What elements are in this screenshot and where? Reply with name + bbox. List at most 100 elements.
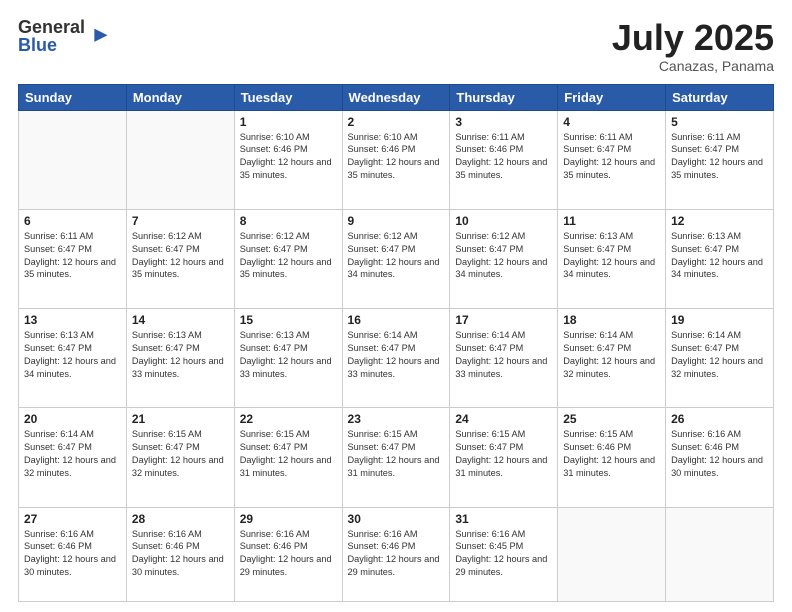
day-number: 14 — [132, 313, 229, 327]
calendar-cell — [558, 507, 666, 601]
day-number: 31 — [455, 512, 552, 526]
day-number: 17 — [455, 313, 552, 327]
day-info: Sunrise: 6:12 AM Sunset: 6:47 PM Dayligh… — [132, 230, 229, 282]
logo-general: General — [18, 18, 85, 36]
calendar-cell — [19, 110, 127, 209]
day-info: Sunrise: 6:14 AM Sunset: 6:47 PM Dayligh… — [348, 329, 445, 381]
header-tuesday: Tuesday — [234, 84, 342, 110]
day-number: 2 — [348, 115, 445, 129]
calendar-cell: 9Sunrise: 6:12 AM Sunset: 6:47 PM Daylig… — [342, 209, 450, 308]
day-info: Sunrise: 6:16 AM Sunset: 6:46 PM Dayligh… — [132, 528, 229, 580]
day-number: 29 — [240, 512, 337, 526]
calendar-cell: 23 Sunrise: 6:15 AM Sunset: 6:47 PM Dayli… — [342, 408, 450, 507]
calendar-cell: 4 Sunrise: 6:11 AM Sunset: 6:47 PM Daylig… — [558, 110, 666, 209]
calendar-cell: 14Sunrise: 6:13 AM Sunset: 6:47 PM Dayli… — [126, 309, 234, 408]
day-number: 5 — [671, 115, 768, 129]
calendar-cell: 31 Sunrise: 6:16 AM Sunset: 6:45 PM Dayli… — [450, 507, 558, 601]
day-info: Sunrise: 6:16 AM Sunset: 6:46 PM Dayligh… — [671, 428, 768, 480]
calendar-cell: 8 Sunrise: 6:12 AM Sunset: 6:47 PM Daylig… — [234, 209, 342, 308]
calendar-table: Sunday Monday Tuesday Wednesday Thursday… — [18, 84, 774, 602]
week-row-4: 20 Sunrise: 6:14 AM Sunset: 6:47 PM Dayli… — [19, 408, 774, 507]
day-number: 6 — [24, 214, 121, 228]
calendar-cell: 11 Sunrise: 6:13 AM Sunset: 6:47 PM Dayli… — [558, 209, 666, 308]
header-row: Sunday Monday Tuesday Wednesday Thursday… — [19, 84, 774, 110]
calendar-cell: 15 Sunrise: 6:13 AM Sunset: 6:47 PM Dayli… — [234, 309, 342, 408]
calendar-cell: 7 Sunrise: 6:12 AM Sunset: 6:47 PM Daylig… — [126, 209, 234, 308]
day-info: Sunrise: 6:11 AM Sunset: 6:46 PM Dayligh… — [455, 131, 552, 183]
calendar-cell: 30 Sunrise: 6:16 AM Sunset: 6:46 PM Dayli… — [342, 507, 450, 601]
day-number: 23 — [348, 412, 445, 426]
week-row-3: 13 Sunrise: 6:13 AM Sunset: 6:47 PM Dayli… — [19, 309, 774, 408]
calendar-cell: 22Sunrise: 6:15 AM Sunset: 6:47 PM Dayli… — [234, 408, 342, 507]
day-info: Sunrise: 6:13 AM Sunset: 6:47 PM Dayligh… — [240, 329, 337, 381]
header-friday: Friday — [558, 84, 666, 110]
calendar-cell — [126, 110, 234, 209]
day-number: 28 — [132, 512, 229, 526]
day-info: Sunrise: 6:15 AM Sunset: 6:46 PM Dayligh… — [563, 428, 660, 480]
day-info: Sunrise: 6:11 AM Sunset: 6:47 PM Dayligh… — [563, 131, 660, 183]
day-info: Sunrise: 6:14 AM Sunset: 6:47 PM Dayligh… — [24, 428, 121, 480]
calendar-cell: 6 Sunrise: 6:11 AM Sunset: 6:47 PM Daylig… — [19, 209, 127, 308]
logo: General Blue — [18, 18, 109, 54]
day-info: Sunrise: 6:15 AM Sunset: 6:47 PM Dayligh… — [348, 428, 445, 480]
day-number: 7 — [132, 214, 229, 228]
day-number: 21 — [132, 412, 229, 426]
calendar-cell: 20 Sunrise: 6:14 AM Sunset: 6:47 PM Dayli… — [19, 408, 127, 507]
day-info: Sunrise: 6:16 AM Sunset: 6:45 PM Dayligh… — [455, 528, 552, 580]
calendar-cell: 2 Sunrise: 6:10 AM Sunset: 6:46 PM Daylig… — [342, 110, 450, 209]
calendar-cell: 10Sunrise: 6:12 AM Sunset: 6:47 PM Dayli… — [450, 209, 558, 308]
day-number: 8 — [240, 214, 337, 228]
header-thursday: Thursday — [450, 84, 558, 110]
month-title: July 2025 — [612, 18, 774, 58]
day-number: 22 — [240, 412, 337, 426]
header-saturday: Saturday — [666, 84, 774, 110]
calendar-cell: 28 Sunrise: 6:16 AM Sunset: 6:46 PM Dayli… — [126, 507, 234, 601]
day-info: Sunrise: 6:15 AM Sunset: 6:47 PM Dayligh… — [455, 428, 552, 480]
day-info: Sunrise: 6:13 AM Sunset: 6:47 PM Dayligh… — [671, 230, 768, 282]
day-info: Sunrise: 6:14 AM Sunset: 6:47 PM Dayligh… — [563, 329, 660, 381]
day-info: Sunrise: 6:10 AM Sunset: 6:46 PM Dayligh… — [240, 131, 337, 183]
day-number: 20 — [24, 412, 121, 426]
title-block: July 2025 Canazas, Panama — [612, 18, 774, 74]
header: General Blue July 2025 Canazas, Panama — [18, 18, 774, 74]
day-number: 30 — [348, 512, 445, 526]
day-info: Sunrise: 6:16 AM Sunset: 6:46 PM Dayligh… — [240, 528, 337, 580]
day-number: 3 — [455, 115, 552, 129]
day-info: Sunrise: 6:14 AM Sunset: 6:47 PM Dayligh… — [455, 329, 552, 381]
day-number: 26 — [671, 412, 768, 426]
logo-text: General Blue — [18, 18, 85, 54]
day-number: 4 — [563, 115, 660, 129]
week-row-5: 27 Sunrise: 6:16 AM Sunset: 6:46 PM Dayli… — [19, 507, 774, 601]
week-row-2: 6 Sunrise: 6:11 AM Sunset: 6:47 PM Daylig… — [19, 209, 774, 308]
calendar-cell: 3 Sunrise: 6:11 AM Sunset: 6:46 PM Daylig… — [450, 110, 558, 209]
day-info: Sunrise: 6:12 AM Sunset: 6:47 PM Dayligh… — [240, 230, 337, 282]
calendar-cell: 29 Sunrise: 6:16 AM Sunset: 6:46 PM Dayli… — [234, 507, 342, 601]
logo-blue: Blue — [18, 36, 85, 54]
day-info: Sunrise: 6:16 AM Sunset: 6:46 PM Dayligh… — [348, 528, 445, 580]
calendar-cell: 19 Sunrise: 6:14 AM Sunset: 6:47 PM Dayli… — [666, 309, 774, 408]
day-info: Sunrise: 6:11 AM Sunset: 6:47 PM Dayligh… — [24, 230, 121, 282]
calendar-cell: 5 Sunrise: 6:11 AM Sunset: 6:47 PM Daylig… — [666, 110, 774, 209]
day-number: 15 — [240, 313, 337, 327]
calendar-cell: 27Sunrise: 6:16 AM Sunset: 6:46 PM Dayli… — [19, 507, 127, 601]
day-number: 9 — [348, 214, 445, 228]
calendar-cell — [666, 507, 774, 601]
day-number: 19 — [671, 313, 768, 327]
calendar-cell: 24 Sunrise: 6:15 AM Sunset: 6:47 PM Dayli… — [450, 408, 558, 507]
day-number: 11 — [563, 214, 660, 228]
header-monday: Monday — [126, 84, 234, 110]
day-number: 24 — [455, 412, 552, 426]
calendar-cell: 25Sunrise: 6:15 AM Sunset: 6:46 PM Dayli… — [558, 408, 666, 507]
logo-icon — [87, 25, 109, 47]
calendar-cell: 13Sunrise: 6:13 AM Sunset: 6:47 PM Dayli… — [19, 309, 127, 408]
day-number: 13 — [24, 313, 121, 327]
calendar-cell: 26 Sunrise: 6:16 AM Sunset: 6:46 PM Dayli… — [666, 408, 774, 507]
day-number: 16 — [348, 313, 445, 327]
day-number: 10 — [455, 214, 552, 228]
day-info: Sunrise: 6:13 AM Sunset: 6:47 PM Dayligh… — [563, 230, 660, 282]
calendar-cell: 21Sunrise: 6:15 AM Sunset: 6:47 PM Dayli… — [126, 408, 234, 507]
day-info: Sunrise: 6:10 AM Sunset: 6:46 PM Dayligh… — [348, 131, 445, 183]
day-info: Sunrise: 6:14 AM Sunset: 6:47 PM Dayligh… — [671, 329, 768, 381]
day-info: Sunrise: 6:11 AM Sunset: 6:47 PM Dayligh… — [671, 131, 768, 183]
day-number: 27 — [24, 512, 121, 526]
